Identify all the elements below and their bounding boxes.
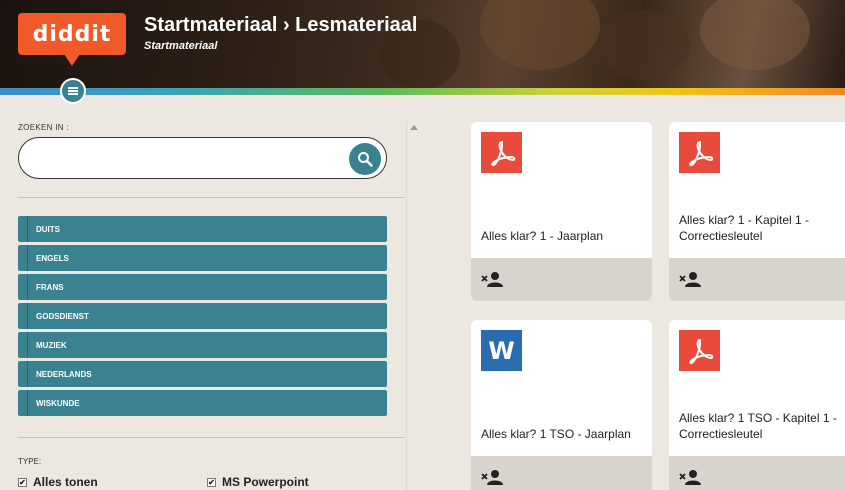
material-card[interactable]: Alles klar? 1 - Kapitel 1 - Correctiesle… [669, 122, 845, 301]
subject-item-wiskunde[interactable]: WISKUNDE [18, 390, 387, 416]
subject-list: DUITS ENGELS FRANS GODSDIENST MUZIEK NED… [18, 216, 387, 419]
word-icon: W [481, 330, 522, 371]
divider [18, 197, 405, 198]
search-input[interactable] [18, 137, 387, 179]
material-card[interactable]: Alles klar? 1 - Jaarplan [471, 122, 652, 301]
page-title: Startmateriaal › Lesmateriaal [144, 14, 418, 36]
diddit-logo[interactable]: diddit [18, 13, 126, 55]
hamburger-icon [68, 87, 78, 95]
unshare-user-icon[interactable] [481, 271, 503, 287]
pdf-icon [679, 330, 720, 371]
divider [18, 437, 405, 438]
subject-item-muziek[interactable]: MUZIEK [18, 332, 387, 358]
material-card[interactable]: W Alles klar? 1 TSO - Jaarplan [471, 320, 652, 490]
pdf-icon [481, 132, 522, 173]
subject-item-duits[interactable]: DUITS [18, 216, 387, 242]
card-title[interactable]: Alles klar? 1 - Kapitel 1 - Correctiesle… [679, 212, 842, 244]
page-subtitle: Startmateriaal [144, 40, 218, 52]
checkbox-checked-icon[interactable]: ✔ [18, 477, 27, 487]
filter-label: Alles tonen [33, 475, 98, 489]
type-label: TYPE: [18, 457, 42, 466]
subject-item-nederlands[interactable]: NEDERLANDS [18, 361, 387, 387]
rainbow-bar [0, 88, 845, 95]
filter-ms-powerpoint[interactable]: ✔ MS Powerpoint [207, 475, 309, 489]
card-title[interactable]: Alles klar? 1 - Jaarplan [481, 228, 644, 244]
unshare-user-icon[interactable] [481, 469, 503, 485]
subject-item-godsdienst[interactable]: GODSDIENST [18, 303, 387, 329]
logo-tail [64, 54, 80, 66]
unshare-user-icon[interactable] [679, 469, 701, 485]
sidebar-scrollbar[interactable] [406, 121, 421, 490]
subject-item-frans[interactable]: FRANS [18, 274, 387, 300]
subject-item-engels[interactable]: ENGELS [18, 245, 387, 271]
filter-label: MS Powerpoint [222, 475, 309, 489]
search-icon [358, 152, 373, 167]
card-title[interactable]: Alles klar? 1 TSO - Kapitel 1 - Correcti… [679, 410, 842, 442]
card-title[interactable]: Alles klar? 1 TSO - Jaarplan [481, 426, 644, 442]
header: diddit Startmateriaal › Lesmateriaal Sta… [0, 0, 845, 88]
scroll-up-icon[interactable] [410, 125, 418, 130]
pdf-icon [679, 132, 720, 173]
search-button[interactable] [349, 143, 381, 175]
search-label: ZOEKEN IN : [18, 123, 69, 132]
sidebar: ZOEKEN IN : DUITS ENGELS FRANS GODSDIENS… [0, 95, 423, 490]
filter-alles-tonen[interactable]: ✔ Alles tonen [18, 475, 98, 489]
checkbox-checked-icon[interactable]: ✔ [207, 477, 216, 487]
unshare-user-icon[interactable] [679, 271, 701, 287]
material-card[interactable]: Alles klar? 1 TSO - Kapitel 1 - Correcti… [669, 320, 845, 490]
